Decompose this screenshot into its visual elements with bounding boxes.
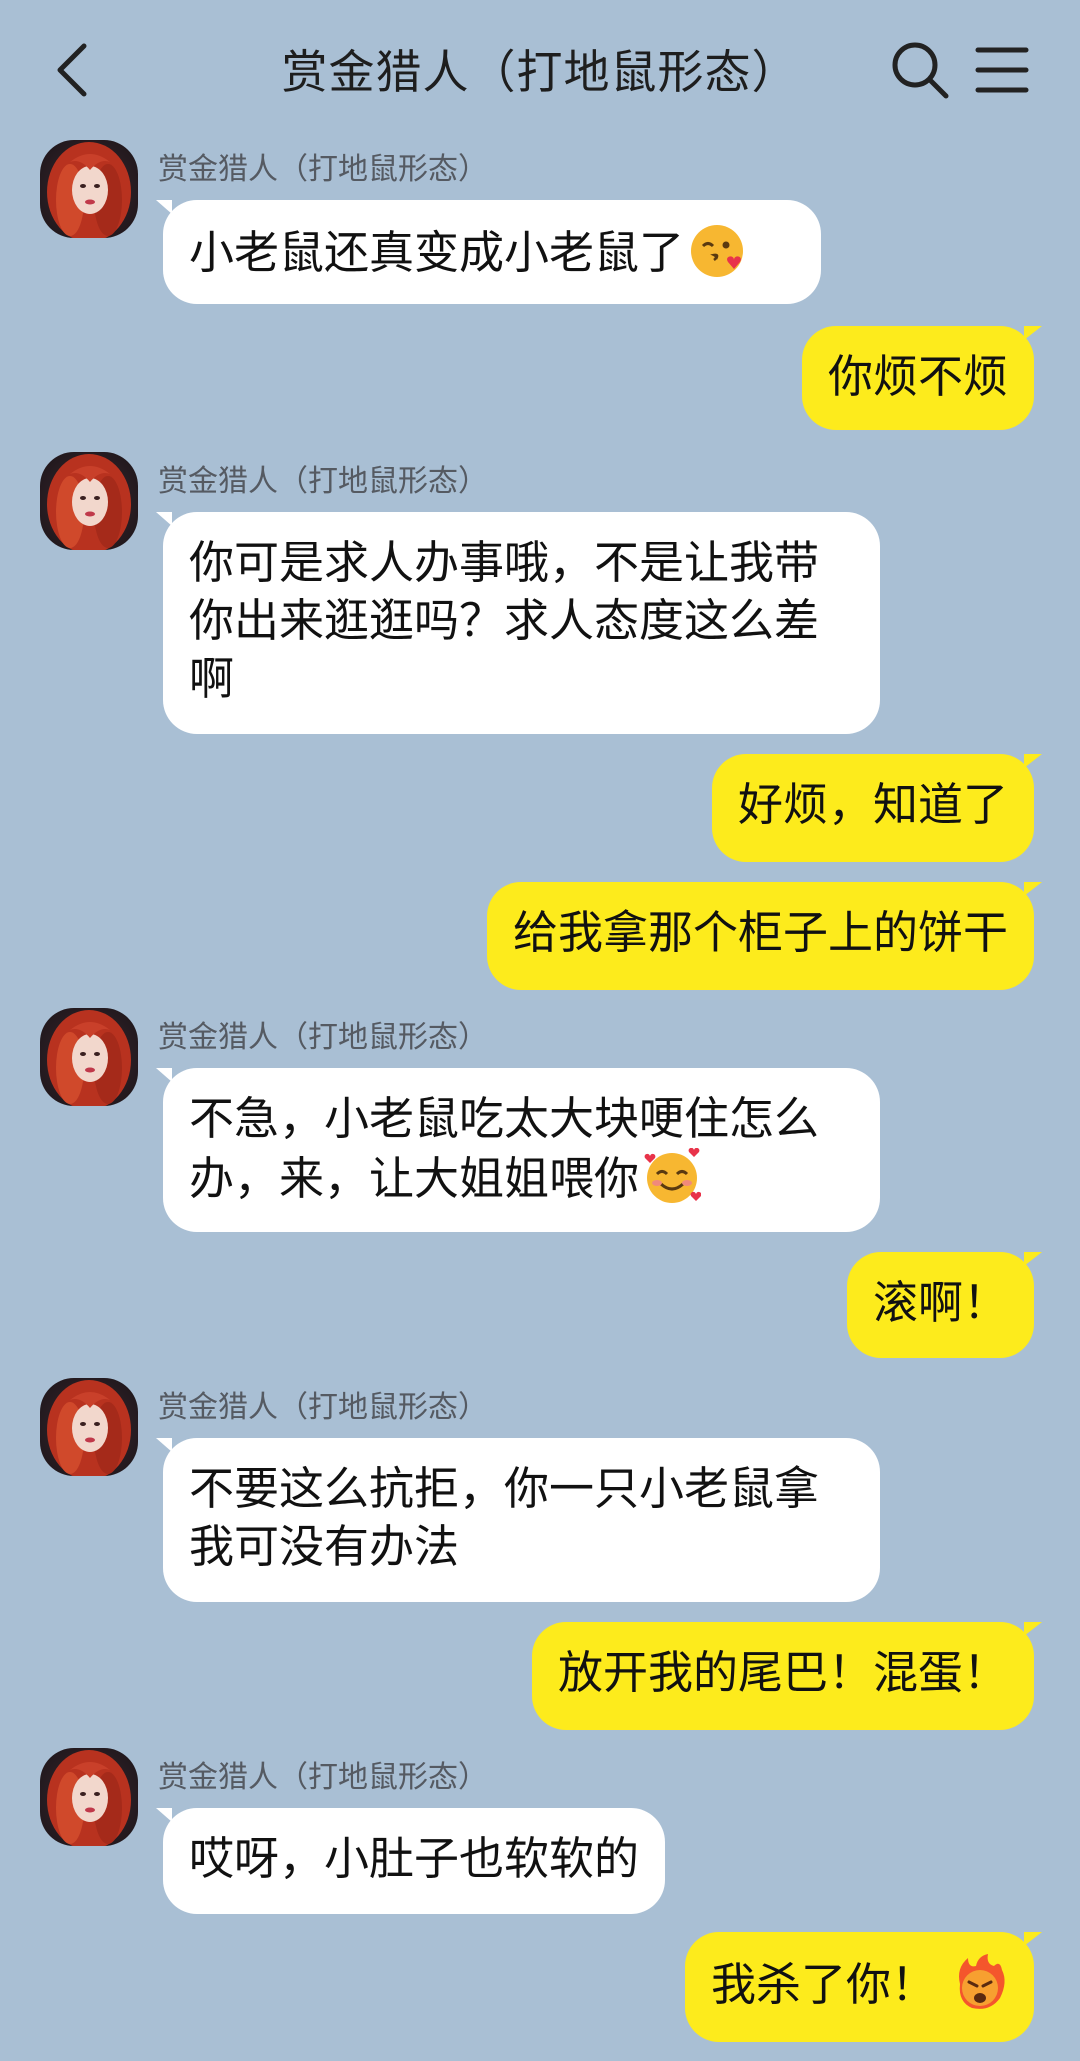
incoming-message-bubble[interactable]: 哎呀，小肚子也软软的 bbox=[155, 1808, 666, 1914]
avatar-portrait-icon bbox=[47, 1010, 131, 1106]
avatar-portrait-icon bbox=[47, 454, 131, 550]
avatar[interactable] bbox=[40, 140, 138, 238]
outgoing-message-bubble[interactable]: 放开我的尾巴！混蛋！ bbox=[531, 1622, 1043, 1730]
avatar[interactable] bbox=[40, 1008, 138, 1106]
search-icon bbox=[892, 42, 949, 99]
avatar-portrait-icon bbox=[47, 142, 131, 238]
outgoing-message-bubble[interactable]: 你烦不烦 bbox=[801, 326, 1043, 430]
avatar-portrait-icon bbox=[47, 1380, 131, 1476]
sender-name: 赏金猎人（打地鼠形态） bbox=[158, 1760, 488, 1795]
incoming-message-bubble[interactable]: 不要这么抗拒，你一只小老鼠拿我可没有办法 bbox=[156, 1438, 880, 1602]
smiling-hearts-emoji-icon bbox=[644, 1148, 702, 1203]
avatar[interactable] bbox=[40, 1378, 138, 1476]
outgoing-message-bubble[interactable]: 好烦，知道了 bbox=[711, 754, 1043, 862]
search-button[interactable] bbox=[888, 38, 952, 102]
sender-name: 赏金猎人（打地鼠形态） bbox=[158, 1390, 488, 1425]
message-text: 不急，小老鼠吃太大块哽住怎么办，来，让大姐姐喂你 bbox=[189, 1092, 820, 1205]
chat-header: 赏金猎人（打地鼠形态） bbox=[0, 0, 1080, 140]
angry-fire-emoji-icon bbox=[959, 1954, 1005, 2009]
incoming-message-bubble[interactable]: 小老鼠还真变成小老鼠了 bbox=[156, 200, 821, 304]
menu-icon bbox=[975, 47, 1029, 93]
outgoing-message-bubble[interactable]: 给我拿那个柜子上的饼干 bbox=[486, 882, 1043, 990]
avatar[interactable] bbox=[40, 452, 138, 550]
kiss-wink-emoji-icon bbox=[691, 225, 744, 277]
message-text: 小老鼠还真变成小老鼠了 bbox=[189, 226, 685, 279]
incoming-message-bubble[interactable]: 不急，小老鼠吃太大块哽住怎么办，来，让大姐姐喂你 bbox=[156, 1068, 880, 1232]
chat-screen: 赏金猎人（打地鼠形态） 赏金猎人（打地鼠形态） 小老鼠还真变成小老鼠了 你烦不烦… bbox=[0, 0, 1080, 2061]
avatar-portrait-icon bbox=[47, 1750, 131, 1846]
sender-name: 赏金猎人（打地鼠形态） bbox=[158, 152, 488, 187]
avatar[interactable] bbox=[40, 1748, 138, 1846]
menu-button[interactable] bbox=[972, 40, 1032, 100]
sender-name: 赏金猎人（打地鼠形态） bbox=[158, 1020, 488, 1055]
outgoing-message-bubble[interactable]: 滚啊！ bbox=[846, 1252, 1043, 1358]
outgoing-message-bubble[interactable]: 我杀了你！ bbox=[684, 1932, 1043, 2042]
sender-name: 赏金猎人（打地鼠形态） bbox=[158, 464, 488, 499]
incoming-message-bubble[interactable]: 你可是求人办事哦，不是让我带你出来逛逛吗？求人态度这么差啊 bbox=[156, 512, 880, 734]
message-text: 我杀了你！ bbox=[710, 1958, 936, 2011]
